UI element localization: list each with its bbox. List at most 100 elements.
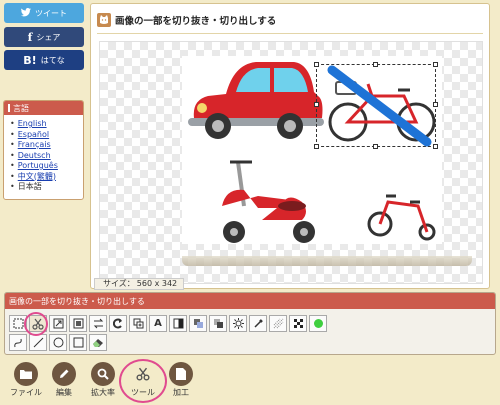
language-link-chinese[interactable]: 中文(繁體) [18, 172, 56, 183]
share-label: シェア [36, 32, 61, 42]
tweet-button[interactable]: ツイート [4, 3, 84, 23]
tool-highlight-ring [119, 359, 167, 403]
rectangle-tool[interactable] [69, 334, 87, 351]
noise-tool[interactable] [269, 315, 287, 332]
color-tool[interactable] [309, 315, 327, 332]
circle-tool[interactable] [49, 334, 67, 351]
canvas-shadow [182, 256, 472, 266]
resize-handle[interactable] [373, 62, 378, 67]
brightness-icon [232, 318, 244, 329]
rectangle-icon [73, 337, 84, 348]
crop-tool[interactable] [69, 315, 87, 332]
file-button[interactable]: ファイル [6, 362, 46, 398]
language-item[interactable]: Deutsch [10, 151, 83, 162]
size-label-value: 560 x 342 [136, 279, 178, 288]
language-header: 言語 [4, 101, 83, 115]
blur-icon [213, 318, 224, 329]
eraser-tool[interactable] [89, 334, 107, 351]
tweet-label: ツイート [35, 8, 67, 18]
text-tool[interactable]: A [149, 315, 167, 332]
header-bar-icon [8, 104, 10, 112]
title-divider [97, 33, 483, 34]
rotate-tool[interactable] [109, 315, 127, 332]
file-label: ファイル [10, 388, 42, 397]
cat-icon [97, 13, 111, 27]
noise-icon [273, 318, 284, 329]
page-title: 画像の一部を切り抜き・切り出しする [97, 13, 276, 27]
hatena-button[interactable]: B! はてな [4, 50, 84, 70]
language-item[interactable]: Español [10, 130, 83, 141]
tool-row-2 [9, 334, 107, 351]
select-rect-icon [13, 318, 24, 329]
language-header-label: 言語 [13, 103, 29, 113]
hatena-icon: B! [23, 53, 37, 67]
mosaic-tool[interactable] [289, 315, 307, 332]
image-size-label: サイズ： 560 x 342 [94, 278, 184, 290]
eyedropper-icon [253, 318, 264, 329]
green-dot-icon [313, 318, 324, 329]
language-current-japanese: 日本語 [17, 182, 42, 191]
facebook-share-button[interactable]: f シェア [4, 27, 84, 47]
resize-handle[interactable] [433, 144, 438, 149]
pencil-icon [52, 362, 76, 386]
language-link-german[interactable]: Deutsch [18, 151, 51, 162]
copy-tool[interactable] [129, 315, 147, 332]
eraser-icon [92, 337, 104, 348]
scissors-highlight-ring [24, 312, 48, 336]
process-button[interactable]: 加工 [161, 362, 201, 398]
language-link-french[interactable]: Français [18, 140, 51, 151]
layers-tool[interactable] [189, 315, 207, 332]
resize-handle[interactable] [433, 102, 438, 107]
rotate-icon [112, 318, 124, 329]
folder-icon [14, 362, 38, 386]
tricycle-image [367, 194, 436, 241]
language-item[interactable]: Français [10, 140, 83, 151]
resize-handle[interactable] [314, 62, 319, 67]
freehand-tool[interactable] [9, 334, 27, 351]
language-list: English Español Français Deutsch Portugu… [4, 115, 83, 193]
language-item[interactable]: Português [10, 161, 83, 172]
swap-tool[interactable] [89, 315, 107, 332]
crop-icon [73, 318, 84, 329]
resize-handle[interactable] [433, 62, 438, 67]
magnifier-icon [91, 362, 115, 386]
swap-icon [93, 318, 104, 329]
contrast-tool[interactable] [169, 315, 187, 332]
size-label-prefix: サイズ： [103, 279, 135, 288]
language-link-portuguese[interactable]: Português [18, 161, 58, 172]
tool-palette: 画像の一部を切り抜き・切り出しする A [4, 292, 496, 355]
resize-icon [53, 318, 64, 329]
contrast-icon [173, 318, 184, 329]
resize-handle[interactable] [373, 144, 378, 149]
language-item[interactable]: 中文(繁體) [10, 172, 83, 183]
line-tool[interactable] [29, 334, 47, 351]
zoom-button[interactable]: 拡大率 [83, 362, 123, 398]
language-link-english[interactable]: English [18, 119, 47, 130]
language-box: 言語 English Español Français Deutsch Port… [3, 100, 84, 200]
process-label: 加工 [173, 388, 189, 397]
line-icon [33, 337, 44, 348]
blur-tool[interactable] [209, 315, 227, 332]
resize-tool[interactable] [49, 315, 67, 332]
car-image [188, 62, 324, 139]
brightness-tool[interactable] [229, 315, 247, 332]
layers-icon [193, 318, 204, 329]
zoom-label: 拡大率 [91, 388, 115, 397]
text-icon: A [154, 318, 162, 329]
language-link-spanish[interactable]: Español [18, 130, 49, 141]
crop-selection[interactable] [314, 62, 438, 149]
language-item[interactable]: English [10, 119, 83, 130]
twitter-icon [21, 7, 31, 19]
tool-row-1: A [9, 315, 327, 332]
edit-button[interactable]: 編集 [44, 362, 84, 398]
eyedropper-tool[interactable] [249, 315, 267, 332]
resize-handle[interactable] [314, 144, 319, 149]
circle-icon [53, 337, 64, 348]
palette-header: 画像の一部を切り抜き・切り出しする [5, 293, 495, 309]
bottom-toolbar: ファイル 編集 拡大率 ツール 加工 [0, 360, 500, 405]
freehand-icon [13, 337, 24, 348]
resize-handle[interactable] [314, 102, 319, 107]
hatena-label: はてな [40, 55, 65, 65]
language-item: 日本語 [10, 182, 83, 193]
scooter-image [222, 160, 315, 243]
